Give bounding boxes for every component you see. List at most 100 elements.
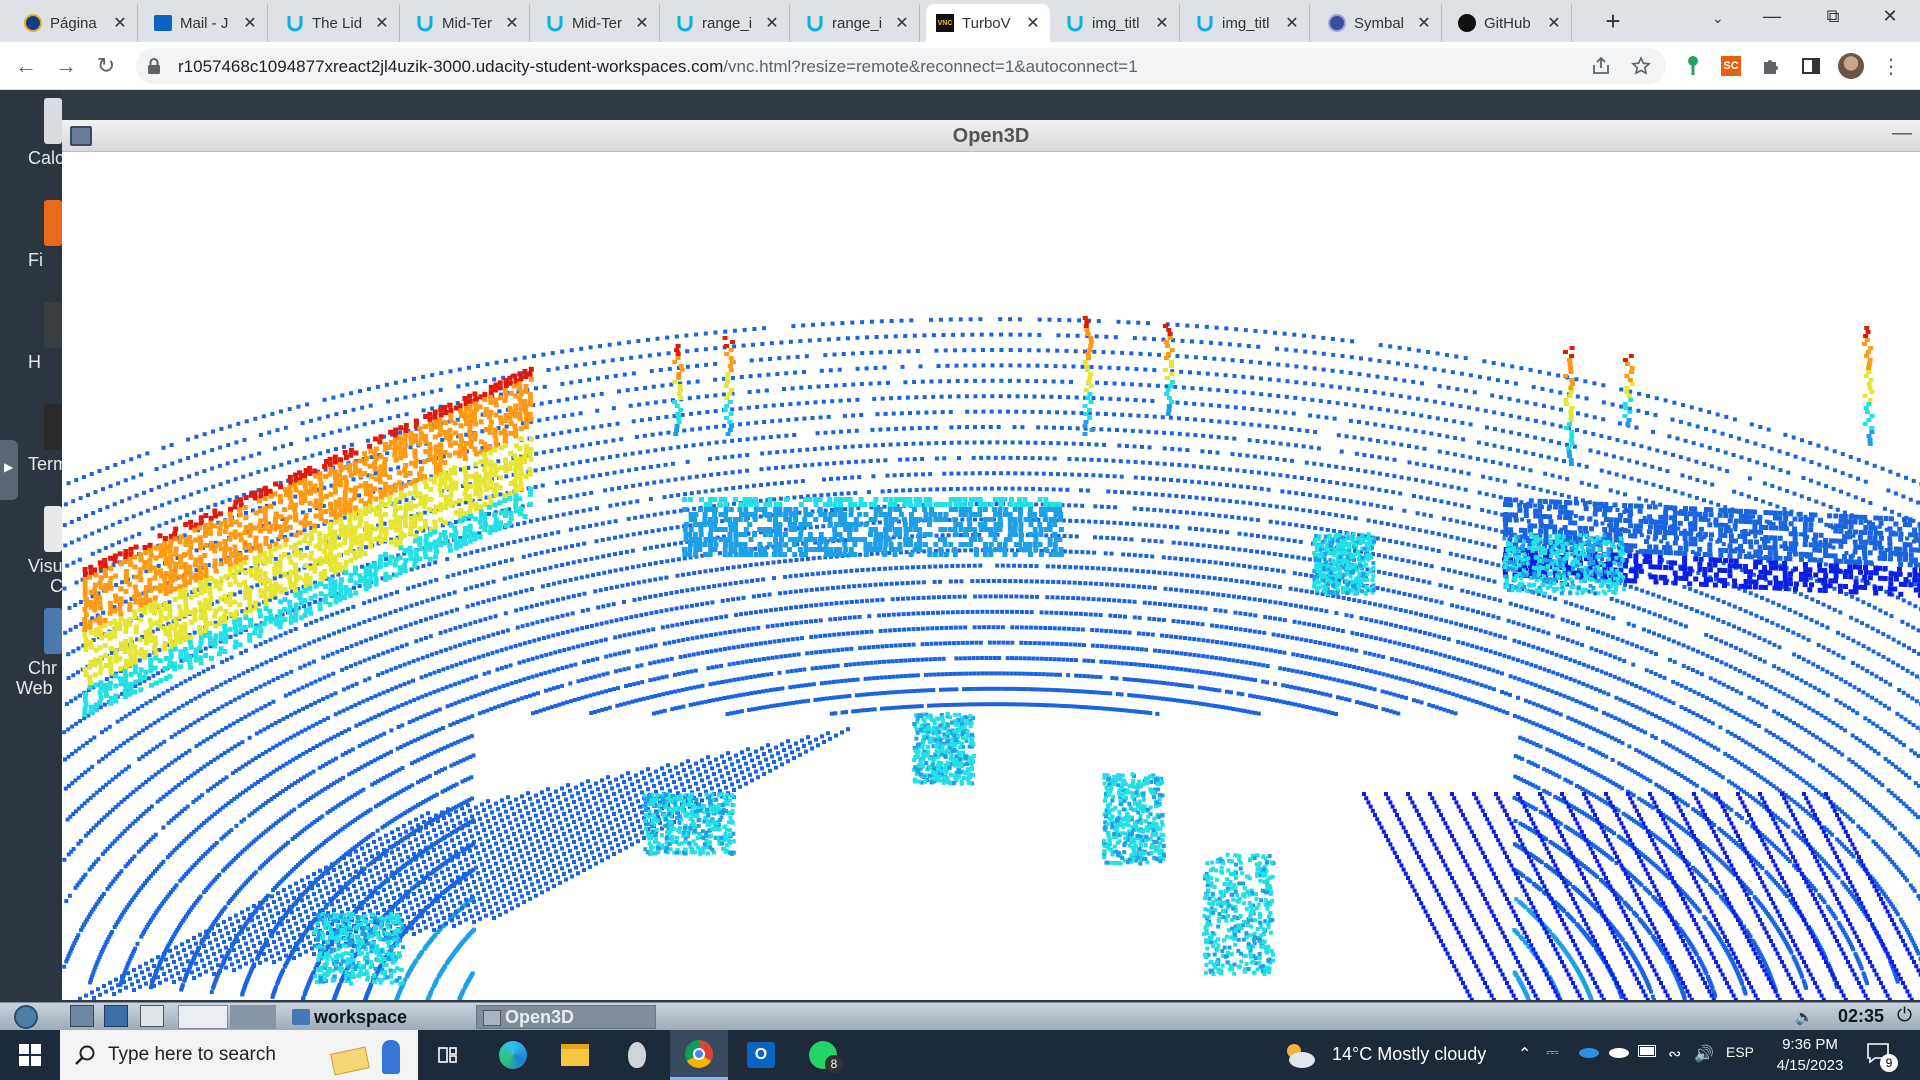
ground-point: [729, 711, 734, 716]
side-panel-icon[interactable]: [1798, 53, 1824, 79]
ground-point: [1014, 594, 1019, 599]
desktop-icon-item[interactable]: Visua C: [0, 498, 73, 596]
tab-close-icon[interactable]: ✕: [241, 13, 259, 33]
ground-point: [1223, 577, 1228, 582]
ground-point: [1081, 596, 1086, 601]
browser-tab[interactable]: Mail - J ✕: [144, 4, 268, 42]
share-icon[interactable]: [1588, 53, 1614, 79]
desktop-icon-item[interactable]: Chr Web: [0, 600, 62, 698]
minimize-button[interactable]: —: [1752, 6, 1792, 27]
profile-avatar[interactable]: [1838, 53, 1864, 79]
lock-icon[interactable]: [146, 57, 162, 75]
ground-point: [518, 678, 523, 683]
tab-close-icon[interactable]: ✕: [1024, 13, 1042, 33]
browser-tab[interactable]: GitHub ✕: [1448, 4, 1572, 42]
ground-point: [1745, 820, 1750, 825]
tab-close-icon[interactable]: ✕: [373, 13, 391, 33]
ground-point: [1324, 675, 1328, 680]
tab-close-icon[interactable]: ✕: [633, 13, 651, 33]
browser-tab[interactable]: Symbal ✕: [1318, 4, 1442, 42]
menu-kebab-icon[interactable]: ⋮: [1878, 53, 1904, 79]
ground-point: [794, 621, 799, 625]
window-minimize-button[interactable]: —: [1892, 122, 1912, 145]
bookmark-star-icon[interactable]: [1628, 53, 1654, 79]
ground-point: [926, 611, 931, 615]
browser-tab[interactable]: Página ✕: [14, 4, 138, 42]
ground-point: [960, 610, 965, 615]
lidar-point-cloud[interactable]: [62, 152, 1920, 1000]
browser-tab[interactable]: The Lid ✕: [276, 4, 400, 42]
back-arrow-icon[interactable]: ←: [12, 52, 40, 80]
reload-icon[interactable]: ↻: [92, 52, 120, 80]
ground-point: [1543, 706, 1548, 711]
ground-point: [632, 597, 637, 602]
browser-tab[interactable]: Mid-Ter ✕: [536, 4, 660, 42]
open3d-3d-viewport[interactable]: [62, 152, 1920, 1000]
ground-point: [928, 672, 933, 677]
browser-tab[interactable]: range_i ✕: [796, 4, 920, 42]
desktop-icon-item[interactable]: Calc: [0, 90, 64, 186]
ground-point: [1184, 588, 1189, 593]
ground-point: [674, 606, 679, 611]
ground-point: [463, 659, 468, 664]
open3d-titlebar[interactable]: Open3D —: [62, 120, 1920, 152]
ground-point: [1813, 888, 1818, 893]
ground-point: [1729, 807, 1734, 812]
tab-close-icon[interactable]: ✕: [763, 13, 781, 33]
ground-point: [860, 599, 864, 604]
browser-tab[interactable]: Mid-Ter ✕: [406, 4, 530, 42]
ground-point: [513, 680, 518, 684]
browser-tab[interactable]: range_i ✕: [666, 4, 790, 42]
restore-button[interactable]: ⧉: [1813, 6, 1853, 27]
tab-close-icon[interactable]: ✕: [893, 13, 911, 33]
ground-point: [827, 664, 832, 669]
ground-point: [705, 601, 710, 606]
extension-key-icon[interactable]: [1680, 53, 1706, 79]
forward-arrow-icon[interactable]: →: [52, 52, 80, 80]
desktop-icon-item[interactable]: H: [0, 294, 62, 390]
ground-point: [757, 690, 762, 694]
browser-tab[interactable]: img_titl ✕: [1056, 4, 1180, 42]
ground-point: [1699, 715, 1704, 720]
extension-sc-icon[interactable]: SC: [1718, 53, 1744, 79]
browser-tab[interactable]: img_titl ✕: [1186, 4, 1310, 42]
ground-point: [1116, 660, 1121, 665]
ground-point: [1101, 566, 1106, 571]
tab-close-icon[interactable]: ✕: [1415, 13, 1433, 33]
ground-point: [1558, 821, 1563, 826]
desktop-icon-item[interactable]: Fi: [0, 192, 62, 288]
tab-close-icon[interactable]: ✕: [503, 13, 521, 33]
address-bar[interactable]: r1057468c1094877xreact2jl4uzik-3000.udac…: [136, 48, 1666, 84]
ground-point: [1218, 608, 1223, 613]
ground-point: [1257, 662, 1262, 667]
url-text[interactable]: r1057468c1094877xreact2jl4uzik-3000.udac…: [178, 57, 1138, 77]
ground-point: [1502, 635, 1507, 640]
ground-point: [1183, 667, 1188, 672]
ground-point: [1308, 689, 1313, 694]
ground-point: [828, 617, 833, 622]
close-window-button[interactable]: ✕: [1870, 6, 1910, 27]
new-tab-button[interactable]: +: [1598, 8, 1628, 34]
ground-point: [897, 627, 902, 632]
ground-point: [833, 711, 838, 716]
ground-point: [723, 630, 728, 635]
ground-point: [1787, 859, 1792, 864]
extensions-puzzle-icon[interactable]: [1758, 53, 1784, 79]
tab-close-icon[interactable]: ✕: [111, 13, 129, 33]
ground-point: [1533, 664, 1538, 669]
tab-search-chevron-icon[interactable]: ⌄: [1712, 10, 1724, 27]
ground-point: [414, 639, 419, 644]
ground-point: [1108, 629, 1113, 634]
ground-point: [1592, 727, 1597, 732]
ground-point: [734, 693, 739, 698]
tab-close-icon[interactable]: ✕: [1283, 13, 1301, 33]
ground-point: [1414, 681, 1419, 686]
ground-point: [504, 701, 509, 706]
tab-close-icon[interactable]: ✕: [1545, 13, 1563, 33]
browser-tab[interactable]: VNC TurboV ✕: [926, 4, 1050, 42]
ground-point: [1253, 678, 1257, 683]
vnc-control-handle[interactable]: ▶: [0, 440, 18, 500]
ground-point: [1098, 613, 1103, 617]
ground-point: [943, 641, 947, 646]
tab-close-icon[interactable]: ✕: [1153, 13, 1171, 33]
